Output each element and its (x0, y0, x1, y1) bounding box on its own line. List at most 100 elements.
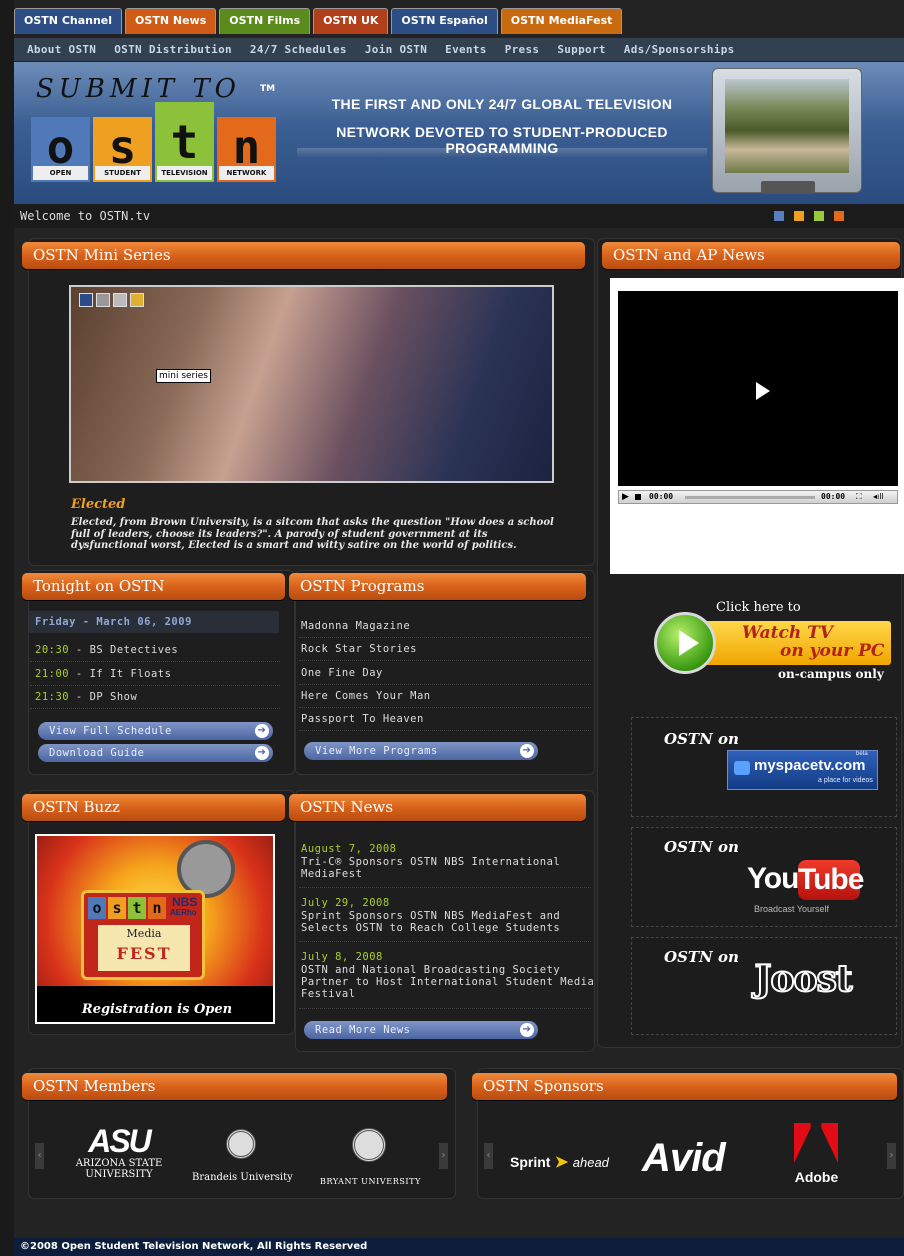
play-button[interactable]: ▶ (622, 492, 629, 502)
sponsors-header: OSTN Sponsors (472, 1073, 897, 1100)
tonight-date: Friday - March 06, 2009 (35, 616, 192, 628)
sponsors-next-button[interactable]: › (887, 1143, 896, 1169)
tab-ostn-films[interactable]: OSTN Films (219, 8, 311, 34)
fullscreen-icon[interactable]: ⛶ (856, 492, 862, 502)
divider (299, 730, 591, 731)
save-icon[interactable] (79, 293, 93, 307)
divider (299, 887, 591, 888)
ap-news-header: OSTN and AP News (602, 242, 900, 269)
youtube-box[interactable]: OSTN on You Tube Broadcast Yourself (631, 827, 897, 927)
main-nav: About OSTN OSTN Distribution 24/7 Schedu… (14, 38, 904, 61)
news-date-2: July 29, 2008 (301, 897, 390, 909)
programs-header: OSTN Programs (289, 573, 586, 600)
volume-icon[interactable]: ◂ıll (873, 492, 884, 501)
tonight-item-2[interactable]: 21:00 - If It Floats (35, 668, 171, 680)
nav-distribution[interactable]: OSTN Distribution (105, 43, 241, 56)
slide-dot-4[interactable] (834, 211, 844, 221)
tab-ostn-channel[interactable]: OSTN Channel (14, 8, 123, 34)
nav-ads[interactable]: Ads/Sponsorships (615, 43, 744, 56)
myspace-box[interactable]: OSTN on myspacetv.com a place for videos… (631, 717, 897, 817)
sprint-logo[interactable]: Sprint ➤ ahead (510, 1152, 609, 1172)
tab-ostn-espanol[interactable]: OSTN Español (391, 8, 498, 34)
photo-toolbar (79, 293, 157, 309)
news-headline-3a[interactable]: OSTN and National Broadcasting Society (301, 964, 560, 976)
program-item-2[interactable]: Rock Star Stories (301, 643, 417, 655)
slide-dot-2[interactable] (794, 211, 804, 221)
avid-logo[interactable]: Avid (642, 1136, 726, 1181)
poster-media: Media FEST (98, 925, 190, 971)
brandeis-logo[interactable]: Brandeis University (192, 1172, 293, 1183)
time-total: 00:00 (821, 492, 846, 501)
nav-join[interactable]: Join OSTN (356, 43, 436, 56)
email-icon[interactable] (113, 293, 127, 307)
sponsors-prev-button[interactable]: ‹ (484, 1143, 493, 1169)
nav-events[interactable]: Events (436, 43, 496, 56)
watch-note: on-campus only (778, 667, 884, 681)
divider (30, 708, 280, 709)
tab-ostn-mediafest[interactable]: OSTN MediaFest (500, 8, 623, 34)
news-date-3: July 8, 2008 (301, 951, 383, 963)
view-more-programs-button[interactable]: View More Programs ➔ (304, 742, 538, 760)
seek-bar[interactable] (685, 496, 815, 499)
logo-tm: TM (260, 84, 276, 94)
mediafest-poster[interactable]: o s t n NBS AERho Media FEST Registratio… (35, 834, 275, 1024)
logo-label-open: OPEN (33, 166, 88, 180)
welcome-bar: Welcome to OSTN.tv (14, 204, 904, 228)
poster-aerho: AERho (170, 908, 197, 917)
view-full-schedule-button[interactable]: View Full Schedule ➔ (38, 722, 273, 740)
news-headline-1b[interactable]: MediaFest (301, 868, 362, 880)
poster-nbs: NBS (172, 895, 198, 909)
print-icon[interactable] (96, 293, 110, 307)
tonight-item-3[interactable]: 21:30 - DP Show (35, 691, 137, 703)
members-next-button[interactable]: › (439, 1143, 448, 1169)
download-guide-button[interactable]: Download Guide ➔ (38, 744, 273, 762)
youtube-tube: Tube (798, 860, 864, 900)
bryant-seal-icon (352, 1128, 386, 1162)
news-headline-2b[interactable]: Selects OSTN to Reach College Students (301, 922, 560, 934)
asu-line-2: UNIVERSITY (85, 1169, 153, 1180)
tonight-item-1[interactable]: 20:30 - BS Detectives (35, 644, 178, 656)
program-item-4[interactable]: Here Comes Your Man (301, 690, 431, 702)
news-headline-2a[interactable]: Sprint Sponsors OSTN NBS MediaFest and (301, 910, 560, 922)
divider (299, 707, 591, 708)
poster-letter-n: n (148, 897, 166, 919)
mini-series-image[interactable]: mini series (69, 285, 554, 483)
tv-screen-image (725, 79, 849, 173)
program-item-1[interactable]: Madonna Magazine (301, 620, 410, 632)
members-prev-button[interactable]: ‹ (35, 1143, 44, 1169)
stop-button[interactable] (635, 494, 641, 500)
tab-ostn-news[interactable]: OSTN News (125, 8, 217, 34)
banner: SUBMIT TO TM o s t n OPEN STUDENT TELEVI… (14, 62, 904, 204)
poster-letter-o: o (88, 897, 106, 919)
watch-click-text: Click here to (716, 600, 801, 615)
slide-dot-1[interactable] (774, 211, 784, 221)
news-headline-1a[interactable]: Tri-C® Sponsors OSTN NBS International (301, 856, 560, 868)
nav-support[interactable]: Support (548, 43, 614, 56)
slide-dot-3[interactable] (814, 211, 824, 221)
adobe-mark-icon (794, 1123, 838, 1163)
nav-about[interactable]: About OSTN (18, 43, 105, 56)
news-headline-3c[interactable]: Festival (301, 988, 356, 1000)
video-play-icon[interactable] (756, 382, 770, 400)
asu-logo[interactable]: ASU ARIZONA STATE UNIVERSITY (69, 1124, 169, 1194)
poster-caption: Registration is Open (81, 1002, 233, 1017)
program-item-3[interactable]: One Fine Day (301, 667, 383, 679)
image-tooltip: mini series (156, 369, 211, 383)
mini-series-show-title[interactable]: Elected (71, 497, 125, 512)
brandeis-seal-icon (226, 1129, 256, 1159)
bryant-logo[interactable]: BRYANT UNIVERSITY (320, 1177, 421, 1186)
tonight-date-bar: Friday - March 06, 2009 (29, 611, 279, 633)
news-header: OSTN News (289, 794, 586, 821)
news-headline-3b[interactable]: Partner to Host International Student Me… (301, 976, 594, 988)
poster-letter-s: s (108, 897, 126, 919)
logo-script: SUBMIT TO (36, 74, 241, 104)
adobe-logo[interactable]: Adobe (794, 1123, 839, 1189)
program-item-5[interactable]: Passport To Heaven (301, 713, 424, 725)
nav-schedules[interactable]: 24/7 Schedules (241, 43, 356, 56)
nav-press[interactable]: Press (496, 43, 549, 56)
gallery-icon[interactable] (130, 293, 144, 307)
tab-ostn-uk[interactable]: OSTN UK (313, 8, 389, 34)
joost-box[interactable]: OSTN on Joost (631, 937, 897, 1035)
divider (299, 941, 591, 942)
read-more-news-button[interactable]: Read More News ➔ (304, 1021, 538, 1039)
